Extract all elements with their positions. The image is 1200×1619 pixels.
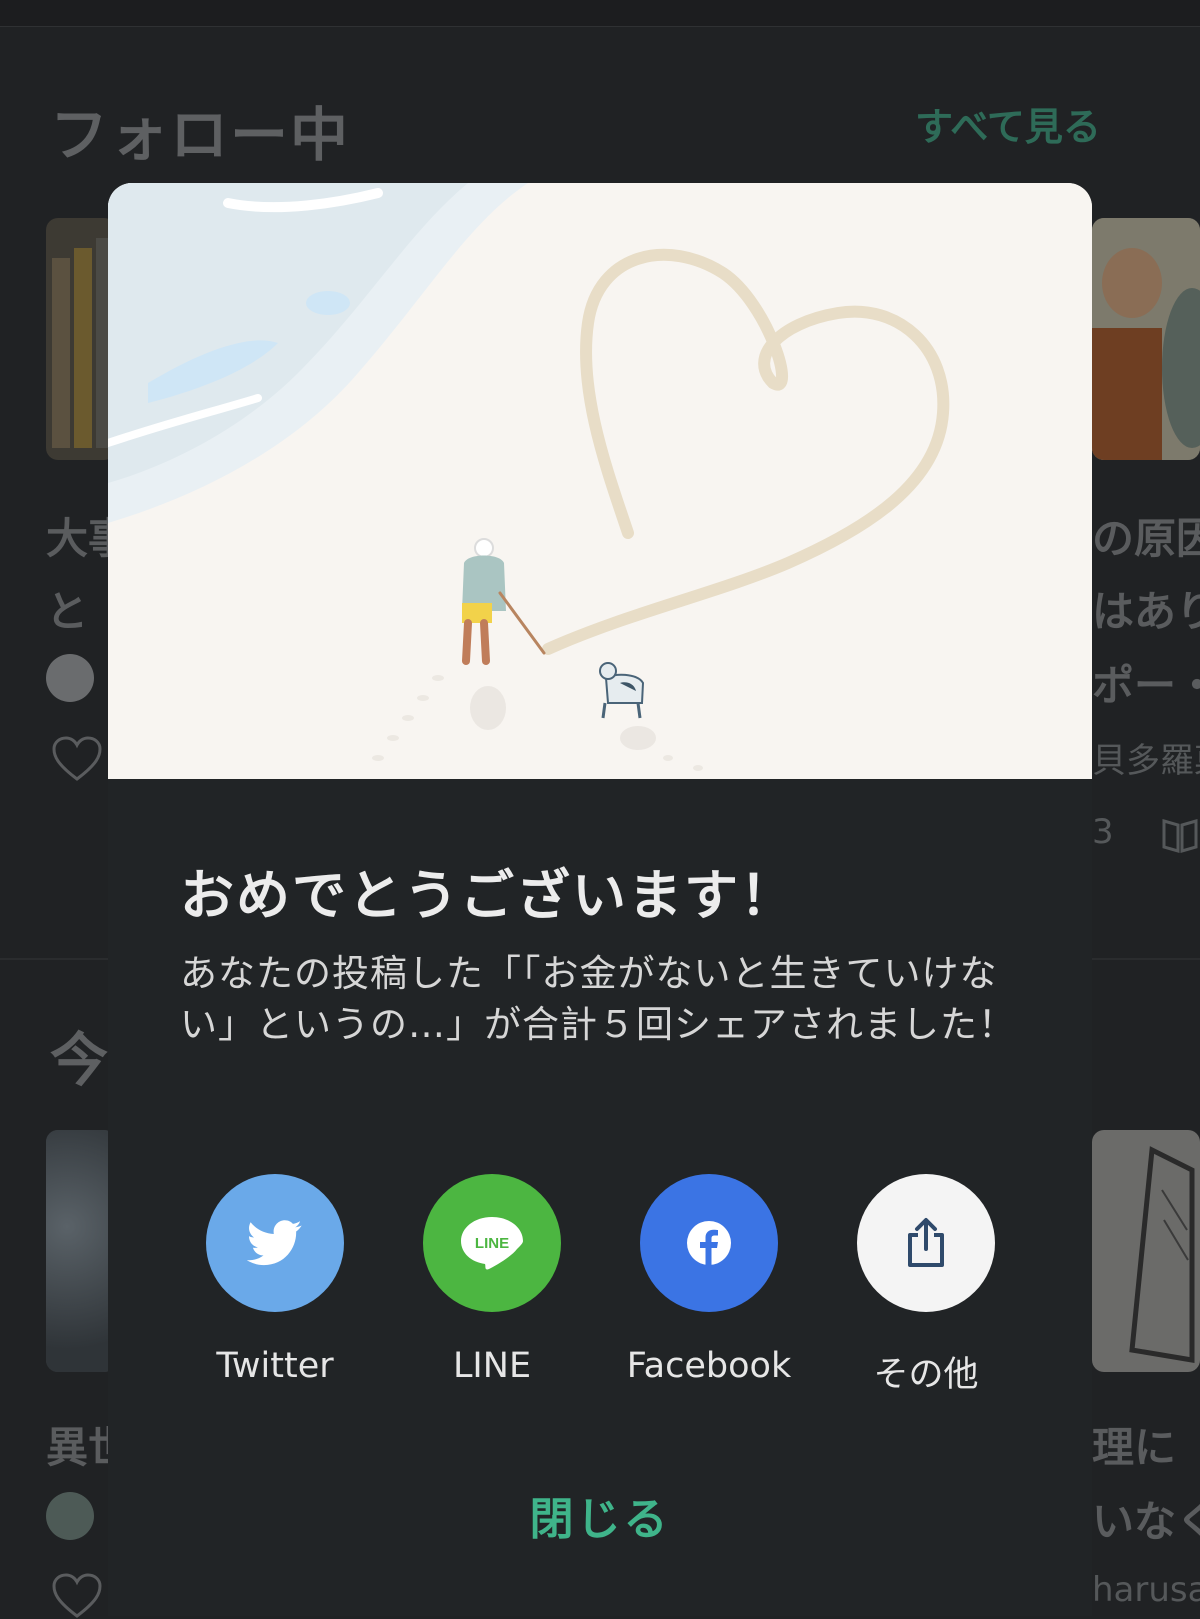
like-count: 3	[1092, 812, 1114, 852]
article-title-line3[interactable]: ポー・	[1092, 652, 1200, 713]
share-label: その他	[873, 1355, 979, 1395]
magazine-add-icon[interactable]	[1160, 815, 1200, 855]
following-section-title: フォロー中	[50, 101, 351, 169]
share-label: Facebook	[626, 1346, 792, 1386]
article-thumbnail[interactable]	[1092, 1130, 1200, 1372]
line-icon: LINE	[461, 1217, 523, 1270]
share-twitter-button[interactable]: Twitter	[165, 1174, 385, 1386]
author-name[interactable]: 貝多羅菓	[1092, 733, 1200, 782]
twitter-bird-icon	[247, 1220, 302, 1266]
share-label: Twitter	[216, 1346, 334, 1386]
share-line-button[interactable]: LINE LINE	[382, 1174, 602, 1386]
celebration-illustration	[108, 183, 1092, 779]
share-label: LINE	[452, 1346, 532, 1386]
line-circle[interactable]: LINE	[423, 1174, 561, 1312]
article-title[interactable]: 理に「	[1092, 1414, 1200, 1475]
like-heart-icon[interactable]	[52, 736, 102, 782]
facebook-circle[interactable]	[640, 1174, 778, 1312]
article-thumbnail[interactable]	[46, 218, 116, 460]
share-icon	[908, 1218, 944, 1267]
author-name[interactable]: harusa	[1092, 1570, 1200, 1610]
author-avatar[interactable]	[46, 1492, 94, 1540]
modal-title: おめでとうございます！	[180, 864, 796, 927]
share-other-button[interactable]: その他	[816, 1174, 1036, 1397]
today-section-title: 今	[50, 1026, 111, 1094]
article-title-line2[interactable]: いなく	[1092, 1488, 1200, 1549]
article-thumbnail[interactable]	[1092, 218, 1200, 460]
twitter-circle[interactable]	[206, 1174, 344, 1312]
like-heart-icon[interactable]	[52, 1573, 102, 1619]
facebook-icon	[687, 1221, 731, 1265]
article-thumbnail[interactable]	[46, 1130, 116, 1372]
share-celebration-modal: おめでとうございます！ あなたの投稿した「「お金がないと生きていけない」というの…	[108, 183, 1092, 1616]
article-title-line2[interactable]: はあり	[1092, 578, 1200, 639]
article-title[interactable]: の原因	[1092, 505, 1200, 566]
status-bar	[0, 0, 1200, 27]
article-title-line2[interactable]: と	[46, 578, 88, 639]
share-options: Twitter LINE LINE Facebook その他	[108, 1174, 1092, 1414]
author-avatar[interactable]	[46, 654, 94, 702]
other-circle[interactable]	[857, 1174, 995, 1312]
share-facebook-button[interactable]: Facebook	[599, 1174, 819, 1386]
close-button[interactable]: 閉じる	[108, 1483, 1092, 1547]
see-all-link[interactable]: すべて見る	[915, 96, 1101, 151]
modal-message: あなたの投稿した「「お金がないと生きていけない」というの…」が合計５回シェアされ…	[180, 952, 1016, 1046]
line-icon-text: LINE	[475, 1235, 509, 1252]
